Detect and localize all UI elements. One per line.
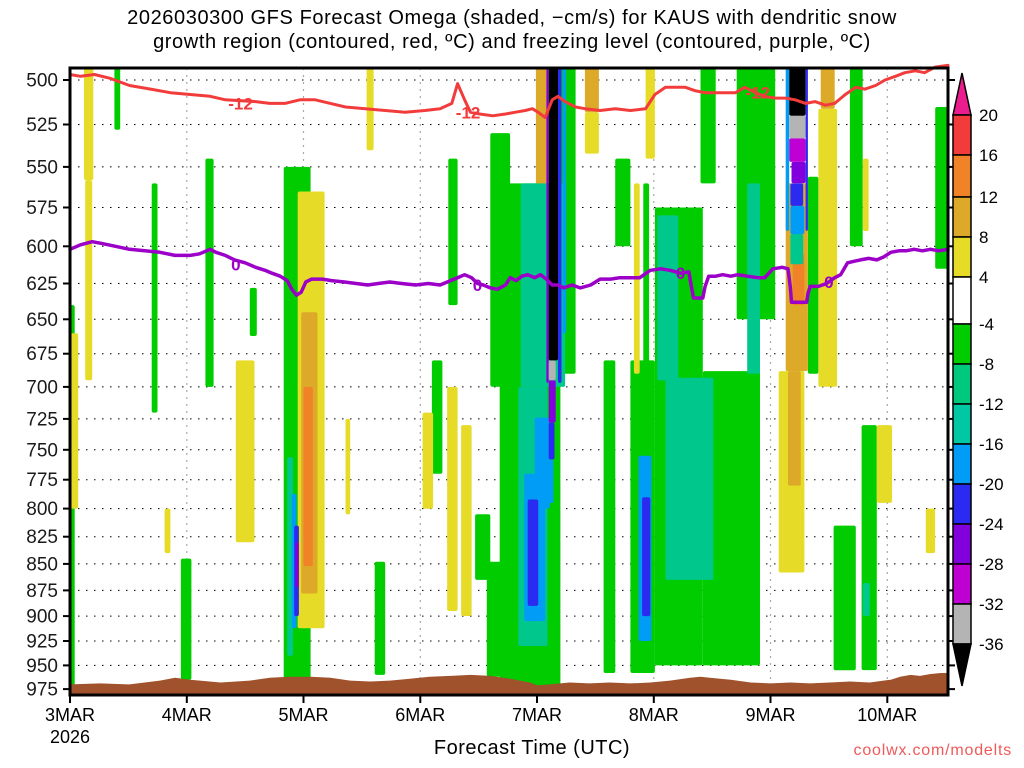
colorbar-label: -4 [979,315,994,334]
svg-text:850: 850 [26,554,58,575]
contour-label-red: -12 [456,103,481,122]
svg-text:575: 575 [26,198,58,219]
colorbar-label: 8 [979,228,988,247]
svg-text:500: 500 [26,71,58,92]
omega-shading-bands [70,68,948,695]
contour-label-red: -12 [228,94,253,113]
svg-text:825: 825 [26,527,58,548]
colorbar-label: -8 [979,355,994,374]
svg-text:675: 675 [26,344,58,365]
contour-label-red: -12 [745,84,770,103]
contour-label-purple: 0 [473,276,482,295]
colorbar: 20 16 12 8 4 -4 -8 -12 -16 -20 -24 -28 -32 -36 [952,72,1004,687]
colorbar-label: -36 [979,635,1004,654]
svg-text:525: 525 [26,115,58,136]
svg-text:550: 550 [26,157,58,178]
svg-text:10MAR: 10MAR [857,705,917,725]
dendritic-contour-red [68,63,950,119]
svg-text:6MAR: 6MAR [395,705,445,725]
colorbar-label: 4 [979,268,988,287]
svg-text:875: 875 [26,581,58,602]
colorbar-label: -28 [979,555,1004,574]
svg-text:8MAR: 8MAR [629,705,679,725]
svg-text:650: 650 [26,310,58,331]
contour-label-purple: 0 [824,273,833,292]
svg-text:975: 975 [26,680,58,701]
svg-text:925: 925 [26,632,58,653]
contour-label-purple: 0 [231,255,240,274]
colorbar-label: 20 [979,106,998,125]
svg-text:725: 725 [26,409,58,430]
y-tick-labels: 500 525 550 575 600 625 650 675 700 725 750 775 800 8… [26,71,58,701]
contour-label-purple: 0 [676,264,685,283]
colorbar-label: -12 [979,395,1004,414]
omega-cross-section-page: 2026030300 GFS Forecast Omega (shaded, −… [0,0,1024,768]
svg-text:600: 600 [26,237,58,258]
watermark-link[interactable]: coolwx.com/modelts [854,742,1012,760]
svg-text:9MAR: 9MAR [745,705,795,725]
svg-text:750: 750 [26,440,58,461]
chart-svg: -12 -12 -12 0 0 0 0 500 525 550 575 600 625 650 675 700… [26,63,1004,747]
svg-text:7MAR: 7MAR [512,705,562,725]
svg-text:5MAR: 5MAR [278,705,328,725]
colorbar-label: -32 [979,595,1004,614]
svg-text:950: 950 [26,656,58,677]
svg-text:3MAR: 3MAR [45,705,95,725]
svg-text:700: 700 [26,377,58,398]
svg-text:625: 625 [26,274,58,295]
svg-text:775: 775 [26,470,58,491]
year-label: 2026 [50,727,90,747]
svg-text:900: 900 [26,607,58,628]
svg-text:4MAR: 4MAR [162,705,212,725]
colorbar-label: 12 [979,188,998,207]
svg-text:800: 800 [26,499,58,520]
colorbar-label: 16 [979,146,998,165]
x-axis-title: Forecast Time (UTC) [433,737,631,759]
colorbar-label: -24 [979,515,1004,534]
colorbar-label: -20 [979,475,1004,494]
colorbar-label: -16 [979,435,1004,454]
